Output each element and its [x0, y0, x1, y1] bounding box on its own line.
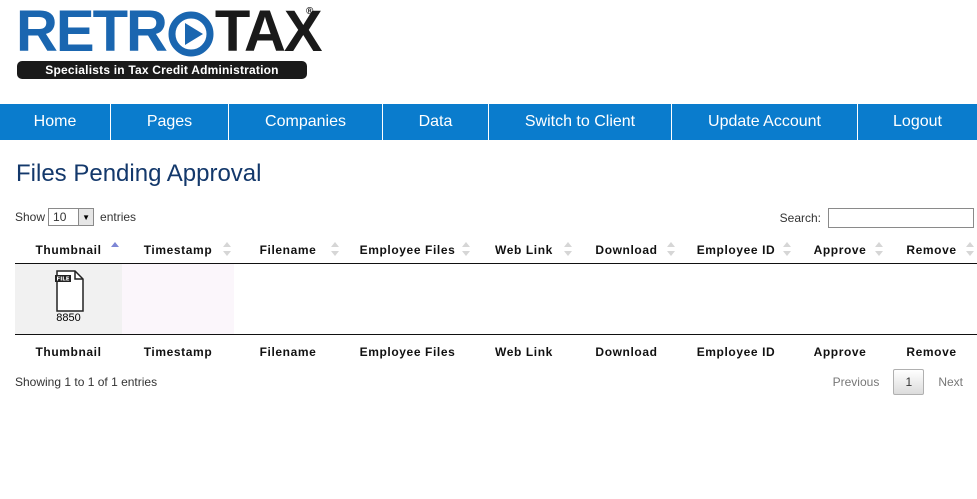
logo-wordmark: RETR TAX [16, 0, 323, 64]
approve-cell [794, 264, 886, 335]
column-label: Approve [813, 242, 867, 257]
sort-icon [331, 242, 339, 256]
previous-page-button[interactable]: Previous [833, 375, 880, 389]
download-cell [575, 264, 678, 335]
search-control: Search: [780, 208, 974, 228]
nav-pages[interactable]: Pages [111, 104, 229, 140]
sort-icon [783, 242, 791, 256]
column-header-filename[interactable]: Filename [234, 236, 342, 264]
entries-per-page-value: 10 [53, 210, 67, 224]
sort-icon [462, 242, 470, 256]
table-header-row: Thumbnail Timestamp Filename Employee Fi… [15, 236, 977, 264]
thumbnail-cell: FILE 8850 [15, 263, 122, 335]
sort-icon [667, 242, 675, 256]
column-header-employee-files[interactable]: Employee Files [342, 236, 473, 264]
footer-label-employee-id: Employee ID [678, 334, 794, 369]
chevron-down-icon[interactable]: ▼ [78, 209, 94, 225]
current-page-button[interactable]: 1 [893, 369, 925, 395]
footer-label-download: Download [575, 334, 678, 369]
footer-label-thumbnail: Thumbnail [15, 334, 122, 369]
sort-ascending-icon [111, 242, 119, 256]
column-label: Filename [259, 242, 317, 257]
retrotax-logo[interactable]: RETR TAX ® Specialists in Tax Credit Adm… [16, 3, 323, 80]
sort-icon [223, 242, 231, 256]
registered-mark: ® [306, 6, 314, 17]
sort-icon [875, 242, 883, 256]
sort-icon [966, 242, 974, 256]
column-header-thumbnail[interactable]: Thumbnail [15, 236, 122, 264]
column-header-remove[interactable]: Remove [886, 236, 977, 264]
footer-label-filename: Filename [234, 334, 342, 369]
column-header-web-link[interactable]: Web Link [473, 236, 575, 264]
employee-id-cell [678, 264, 794, 335]
footer-label-approve: Approve [794, 334, 886, 369]
nav-companies[interactable]: Companies [229, 104, 383, 140]
footer-label-remove: Remove [886, 334, 977, 369]
footer-label-timestamp: Timestamp [122, 334, 234, 369]
nav-update-account[interactable]: Update Account [672, 104, 858, 140]
footer-label-web-link: Web Link [473, 334, 575, 369]
table-info: Showing 1 to 1 of 1 entries [15, 375, 158, 389]
logo-tagline: Specialists in Tax Credit Administration [17, 61, 307, 79]
show-label: Show [15, 210, 46, 224]
logo-text-retro: RETR [16, 0, 168, 64]
next-page-button[interactable]: Next [938, 375, 963, 389]
nav-data[interactable]: Data [383, 104, 489, 140]
column-label: Timestamp [143, 242, 213, 257]
column-header-download[interactable]: Download [575, 236, 678, 264]
footer-label-employee-files: Employee Files [342, 334, 473, 369]
column-label: Thumbnail [35, 242, 102, 257]
logo-text-tax: TAX [214, 0, 323, 64]
file-name-label: 8850 [56, 311, 81, 324]
pagination: Previous 1 Next [833, 369, 977, 395]
employee-files-cell [342, 264, 473, 335]
file-icon[interactable]: FILE 8850 [52, 269, 86, 324]
column-header-timestamp[interactable]: Timestamp [122, 236, 234, 264]
entries-length-control: Show 10 ▼ entries [15, 208, 136, 226]
filename-cell [234, 264, 342, 335]
nav-switch-to-client[interactable]: Switch to Client [489, 104, 672, 140]
sort-icon [564, 242, 572, 256]
column-label: Download [595, 242, 658, 257]
web-link-cell [473, 264, 575, 335]
timestamp-cell [122, 263, 234, 335]
play-circle-icon [168, 10, 214, 57]
search-label: Search: [779, 211, 821, 225]
column-label: Remove [906, 242, 957, 257]
column-header-approve[interactable]: Approve [794, 236, 886, 264]
nav-logout[interactable]: Logout [858, 104, 977, 140]
nav-home[interactable]: Home [0, 104, 111, 140]
search-input[interactable] [828, 208, 974, 228]
main-nav: Home Pages Companies Data Switch to Clie… [0, 104, 977, 140]
file-badge: FILE [56, 276, 69, 282]
entries-label: entries [100, 210, 137, 224]
column-label: Employee ID [696, 242, 776, 257]
column-header-employee-id[interactable]: Employee ID [678, 236, 794, 264]
entries-per-page-select[interactable]: 10 ▼ [48, 208, 95, 226]
page-title: Files Pending Approval [16, 160, 262, 187]
files-table: Thumbnail Timestamp Filename Employee Fi… [15, 236, 977, 369]
column-label: Employee Files [359, 242, 456, 257]
remove-cell [886, 264, 977, 335]
table-row: FILE 8850 [15, 263, 977, 335]
table-footer-row: Thumbnail Timestamp Filename Employee Fi… [15, 334, 977, 369]
column-label: Web Link [495, 242, 553, 257]
